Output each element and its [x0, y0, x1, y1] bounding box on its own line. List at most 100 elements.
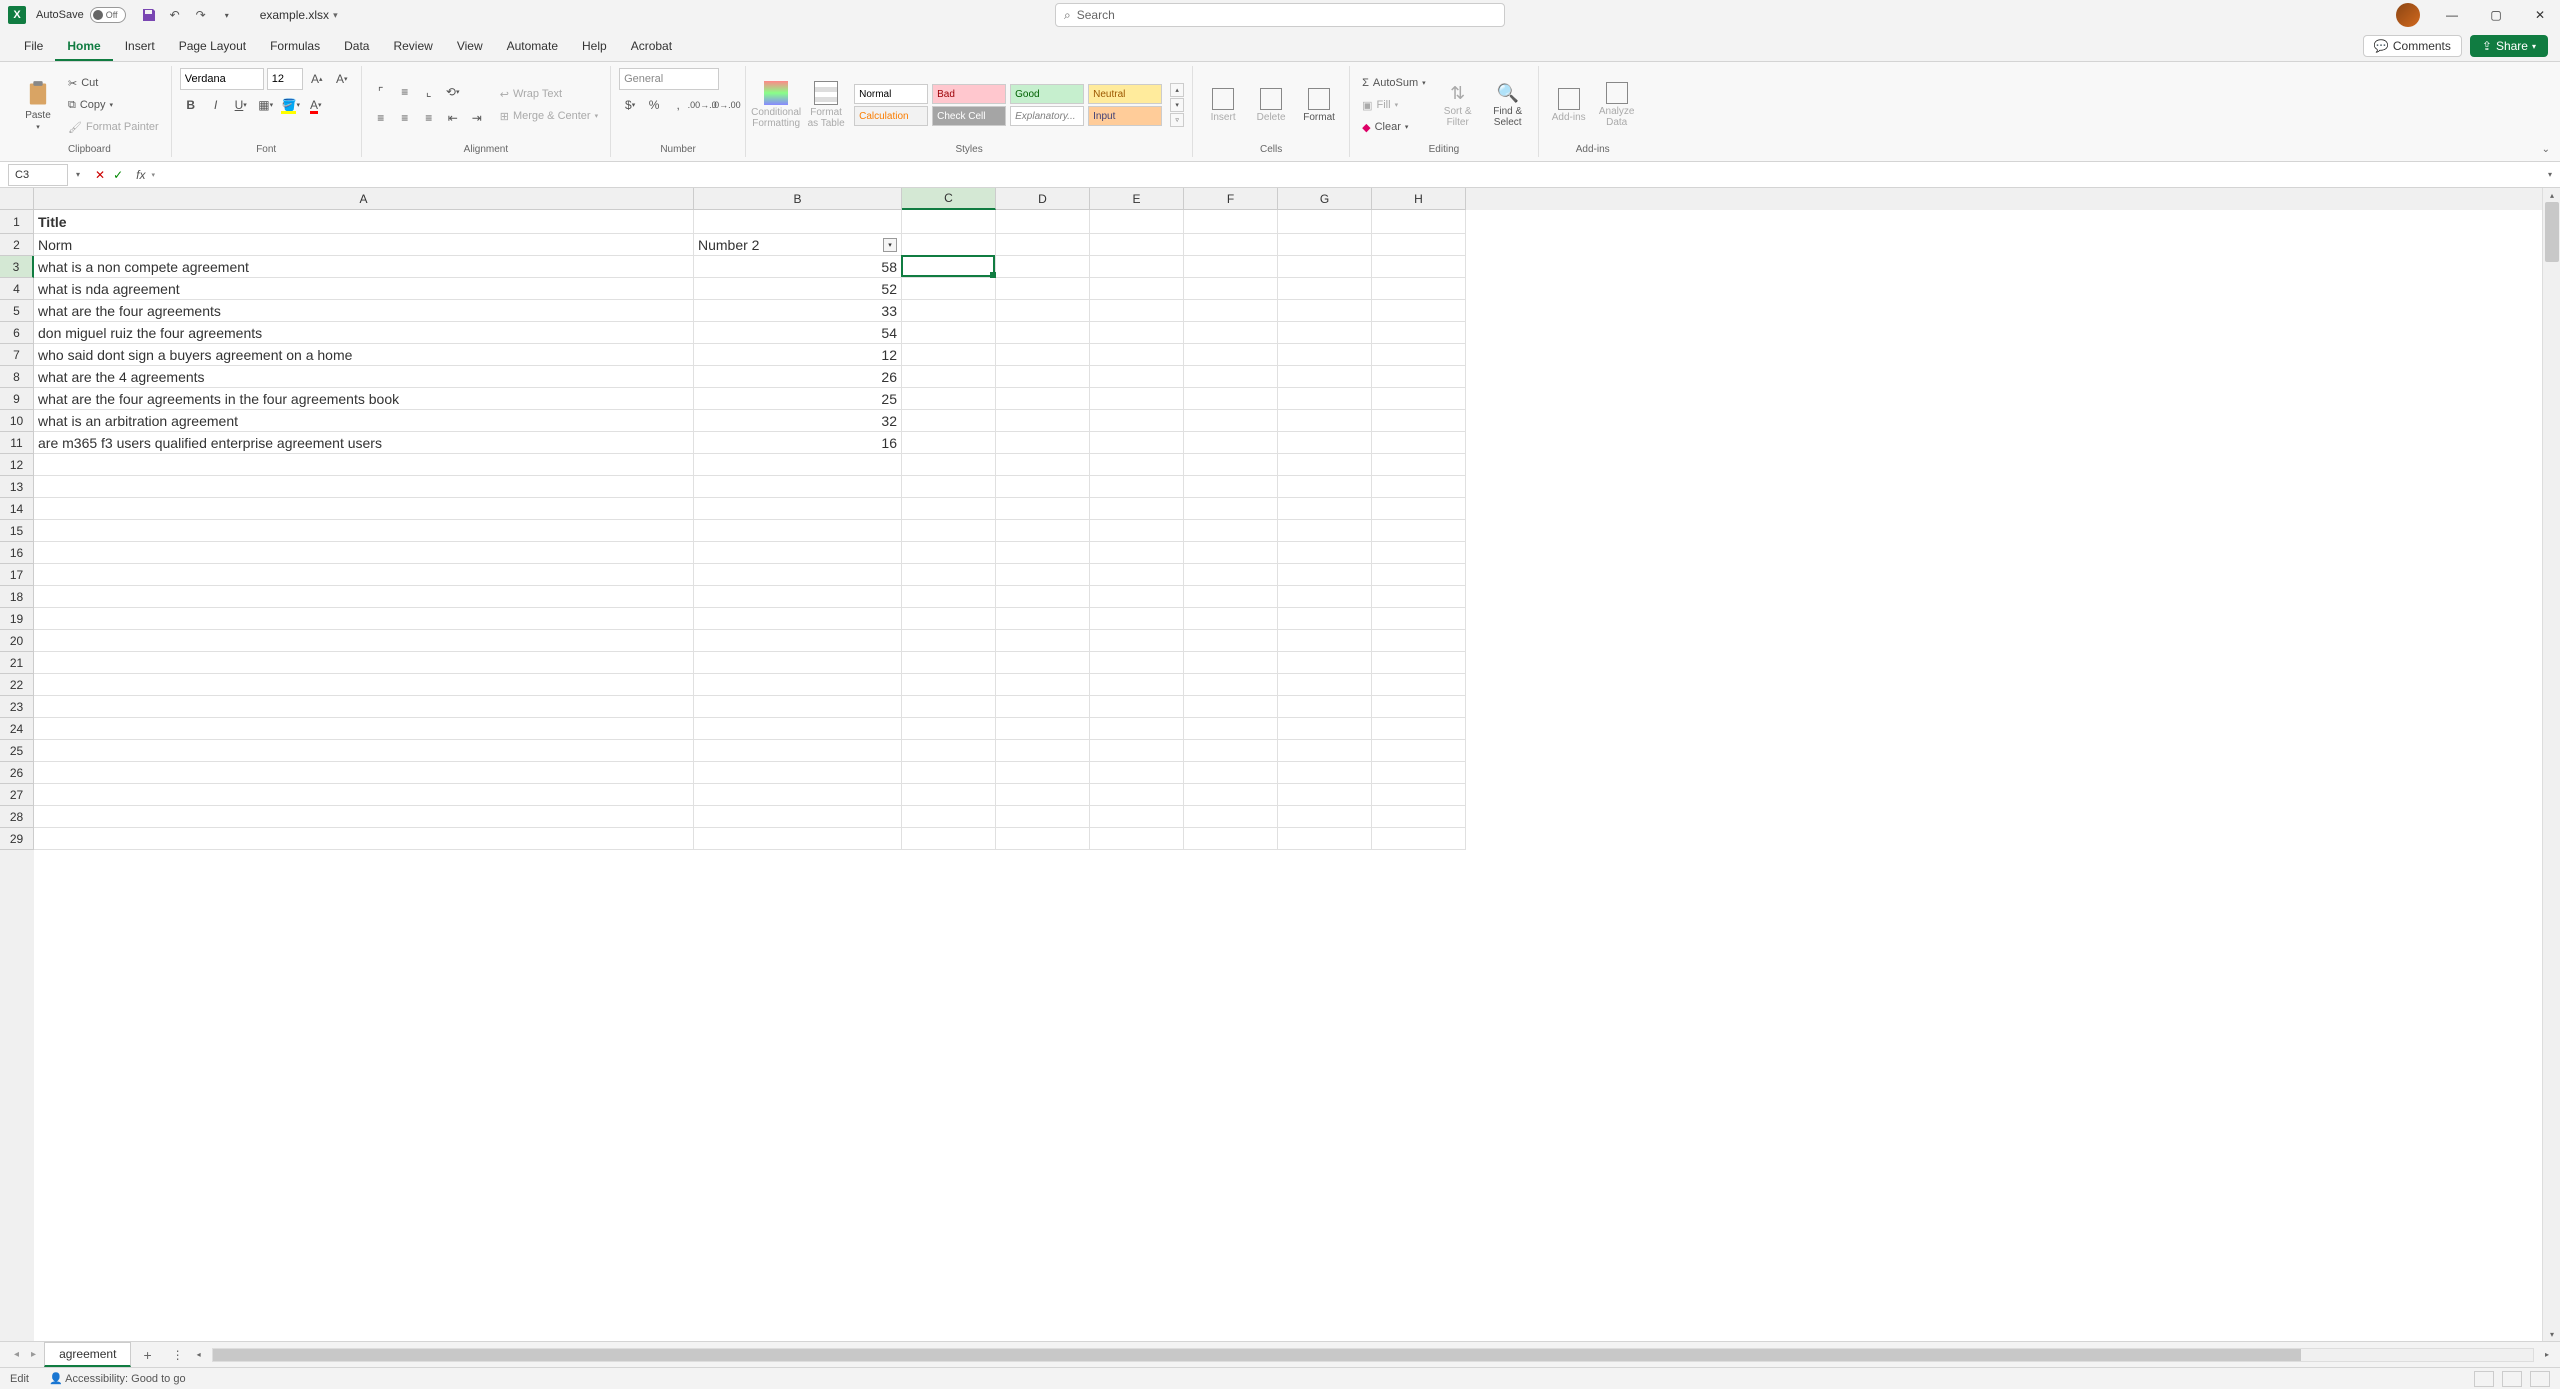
cell-A7[interactable]: who said dont sign a buyers agreement on…	[34, 344, 694, 366]
autosum-button[interactable]: ΣAutoSum▾	[1358, 73, 1430, 93]
cell-F11[interactable]	[1184, 432, 1278, 454]
cell-B26[interactable]	[694, 762, 902, 784]
cell-B28[interactable]	[694, 806, 902, 828]
cell-H25[interactable]	[1372, 740, 1466, 762]
cell-E17[interactable]	[1090, 564, 1184, 586]
increase-font-icon[interactable]: A▴	[306, 68, 328, 90]
bold-button[interactable]: B	[180, 94, 202, 116]
cell-G13[interactable]	[1278, 476, 1372, 498]
cell-F24[interactable]	[1184, 718, 1278, 740]
cell-A3[interactable]: what is a non compete agreement	[34, 256, 694, 278]
row-header-3[interactable]: 3	[0, 256, 34, 278]
cell-style-calculation[interactable]: Calculation	[854, 106, 928, 126]
cell-D29[interactable]	[996, 828, 1090, 850]
cell-C29[interactable]	[902, 828, 996, 850]
cell-style-neutral[interactable]: Neutral	[1088, 84, 1162, 104]
cell-B7[interactable]: 12	[694, 344, 902, 366]
cell-D1[interactable]	[996, 210, 1090, 234]
styles-scroll-down-icon[interactable]: ▾	[1170, 98, 1184, 112]
row-header-29[interactable]: 29	[0, 828, 34, 850]
row-header-6[interactable]: 6	[0, 322, 34, 344]
decrease-indent-icon[interactable]: ⇤	[442, 107, 464, 129]
align-top-icon[interactable]: ⌜	[370, 81, 392, 103]
row-header-28[interactable]: 28	[0, 806, 34, 828]
cell-F13[interactable]	[1184, 476, 1278, 498]
cell-G14[interactable]	[1278, 498, 1372, 520]
cell-B29[interactable]	[694, 828, 902, 850]
cell-A1[interactable]: Title	[34, 210, 694, 234]
cell-H20[interactable]	[1372, 630, 1466, 652]
cell-E25[interactable]	[1090, 740, 1184, 762]
row-header-26[interactable]: 26	[0, 762, 34, 784]
cell-G5[interactable]	[1278, 300, 1372, 322]
fill-button[interactable]: ▣Fill▾	[1358, 95, 1430, 115]
orientation-icon[interactable]: ⟲▾	[442, 81, 464, 103]
format-painter-button[interactable]: 🖌Format Painter	[64, 117, 163, 137]
cell-A27[interactable]	[34, 784, 694, 806]
cell-style-explanatory-[interactable]: Explanatory...	[1010, 106, 1084, 126]
name-box-dropdown-icon[interactable]: ▾	[68, 170, 88, 179]
cell-F23[interactable]	[1184, 696, 1278, 718]
cell-F1[interactable]	[1184, 210, 1278, 234]
cell-E4[interactable]	[1090, 278, 1184, 300]
autosave-toggle[interactable]: Off	[90, 7, 126, 23]
cell-F18[interactable]	[1184, 586, 1278, 608]
cell-D26[interactable]	[996, 762, 1090, 784]
cell-H5[interactable]	[1372, 300, 1466, 322]
cell-B24[interactable]	[694, 718, 902, 740]
cell-A15[interactable]	[34, 520, 694, 542]
increase-indent-icon[interactable]: ⇥	[466, 107, 488, 129]
cell-D24[interactable]	[996, 718, 1090, 740]
cell-E15[interactable]	[1090, 520, 1184, 542]
cell-style-bad[interactable]: Bad	[932, 84, 1006, 104]
row-header-25[interactable]: 25	[0, 740, 34, 762]
cell-H10[interactable]	[1372, 410, 1466, 432]
cell-C7[interactable]	[902, 344, 996, 366]
cell-H11[interactable]	[1372, 432, 1466, 454]
search-input[interactable]: ⌕ Search	[1055, 3, 1505, 27]
cell-D13[interactable]	[996, 476, 1090, 498]
cell-E23[interactable]	[1090, 696, 1184, 718]
cell-D15[interactable]	[996, 520, 1090, 542]
cell-C17[interactable]	[902, 564, 996, 586]
cell-E11[interactable]	[1090, 432, 1184, 454]
cell-style-good[interactable]: Good	[1010, 84, 1084, 104]
cell-F8[interactable]	[1184, 366, 1278, 388]
paste-button[interactable]: Paste ▾	[16, 71, 60, 139]
cell-B25[interactable]	[694, 740, 902, 762]
cell-C10[interactable]	[902, 410, 996, 432]
cell-E19[interactable]	[1090, 608, 1184, 630]
cell-A13[interactable]	[34, 476, 694, 498]
cell-E12[interactable]	[1090, 454, 1184, 476]
row-header-15[interactable]: 15	[0, 520, 34, 542]
cut-button[interactable]: ✂Cut	[64, 73, 163, 93]
cell-C3[interactable]	[902, 256, 996, 278]
cell-A5[interactable]: what are the four agreements	[34, 300, 694, 322]
cell-C1[interactable]	[902, 210, 996, 234]
cell-G22[interactable]	[1278, 674, 1372, 696]
cell-A12[interactable]	[34, 454, 694, 476]
cell-B21[interactable]	[694, 652, 902, 674]
cell-A10[interactable]: what is an arbitration agreement	[34, 410, 694, 432]
cell-H3[interactable]	[1372, 256, 1466, 278]
clear-button[interactable]: ◆Clear▾	[1358, 117, 1430, 137]
cell-C13[interactable]	[902, 476, 996, 498]
cell-A4[interactable]: what is nda agreement	[34, 278, 694, 300]
row-header-8[interactable]: 8	[0, 366, 34, 388]
cell-B19[interactable]	[694, 608, 902, 630]
cell-G2[interactable]	[1278, 234, 1372, 256]
cell-C12[interactable]	[902, 454, 996, 476]
scrollbar-thumb[interactable]	[2545, 202, 2559, 262]
cell-C16[interactable]	[902, 542, 996, 564]
row-header-11[interactable]: 11	[0, 432, 34, 454]
cell-A23[interactable]	[34, 696, 694, 718]
cell-B23[interactable]	[694, 696, 902, 718]
cell-H15[interactable]	[1372, 520, 1466, 542]
cell-H12[interactable]	[1372, 454, 1466, 476]
align-center-icon[interactable]: ≡	[394, 107, 416, 129]
ribbon-tab-page-layout[interactable]: Page Layout	[167, 33, 258, 61]
cell-H24[interactable]	[1372, 718, 1466, 740]
decrease-font-icon[interactable]: A▾	[331, 68, 353, 90]
cell-H16[interactable]	[1372, 542, 1466, 564]
cell-C25[interactable]	[902, 740, 996, 762]
